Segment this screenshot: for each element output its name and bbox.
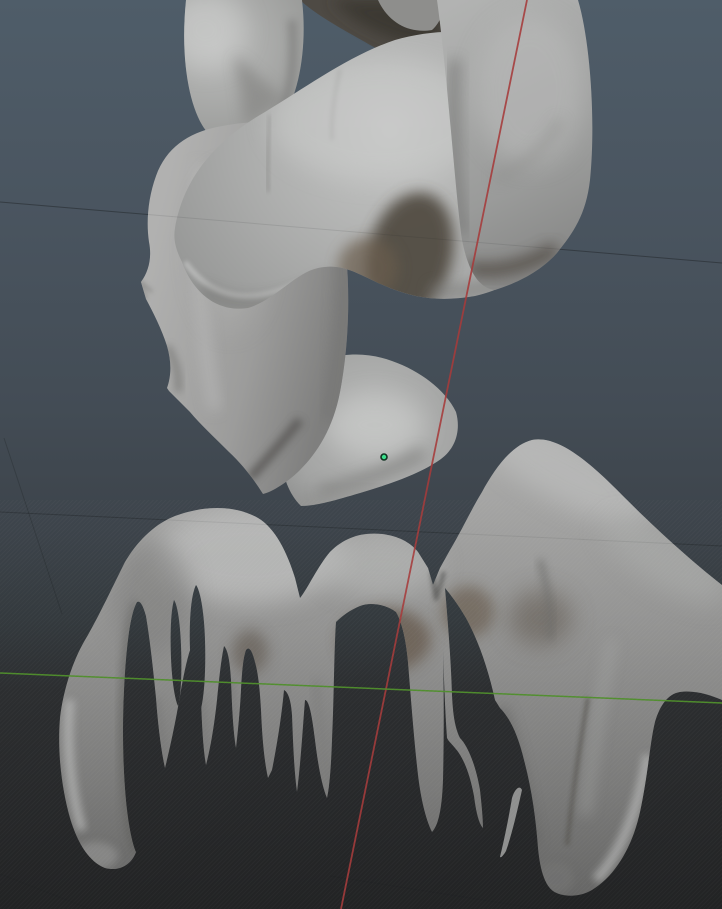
viewport-render: [0, 0, 722, 909]
viewport-canvas[interactable]: [0, 0, 722, 909]
cursor-origin-dot: [381, 454, 387, 460]
